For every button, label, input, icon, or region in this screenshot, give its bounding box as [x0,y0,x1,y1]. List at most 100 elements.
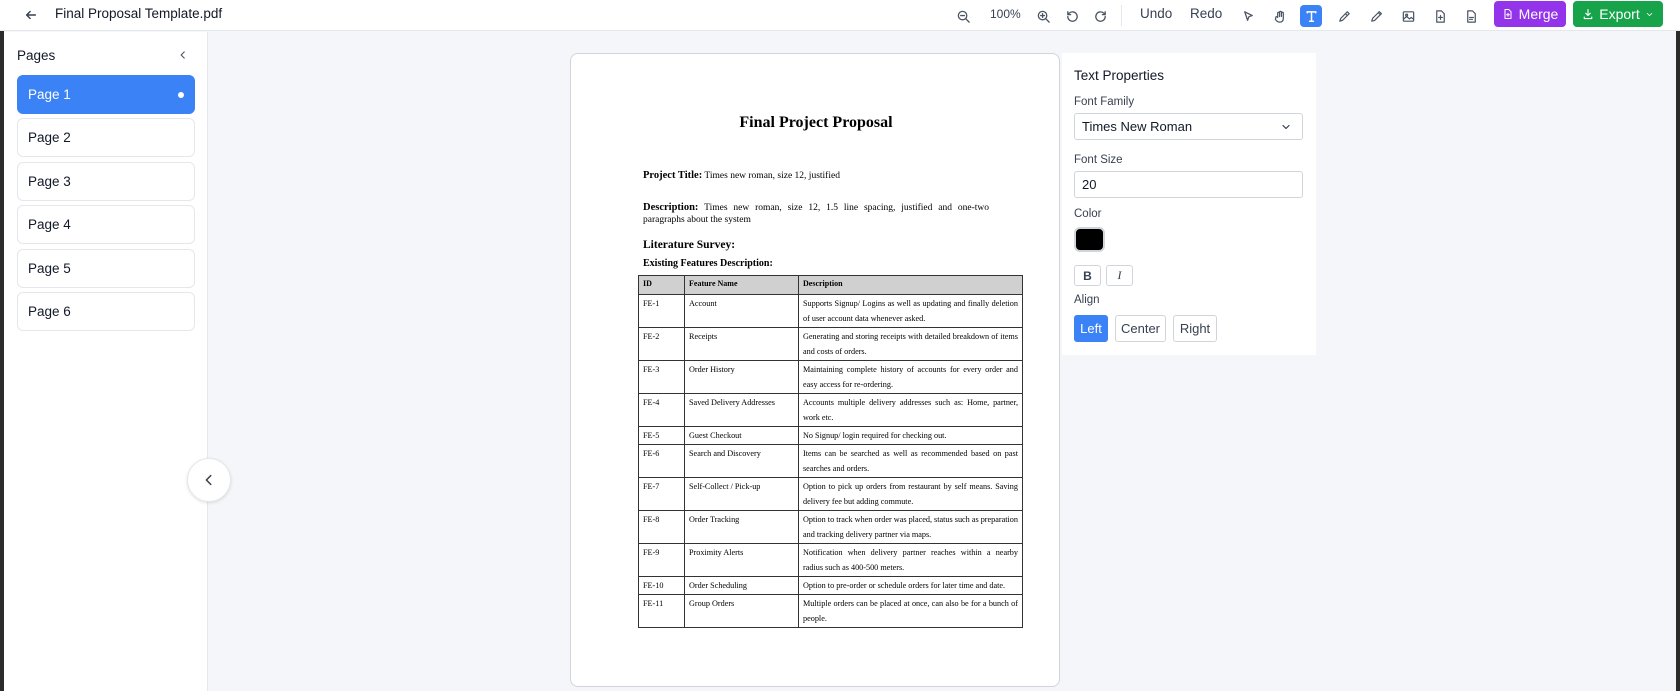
previous-page-button[interactable] [187,458,231,502]
add-page-icon[interactable] [1429,5,1451,27]
page-thumbnail-3[interactable]: Page 3 [17,162,195,201]
merge-button[interactable]: Merge [1494,1,1566,27]
chevron-down-icon [1282,124,1290,130]
file-title: Final Proposal Template.pdf [55,6,223,21]
table-row: FE-10 Order Scheduling Option to pre-order… [638,576,1023,595]
align-label: Align [1074,294,1100,306]
redo-button[interactable]: Redo [1190,6,1222,21]
cell-description: Supports Signup/ Logins as well as updat… [798,294,1023,328]
cell-feature-name: Guest Checkout [684,426,799,445]
text-tool-icon[interactable] [1300,5,1322,27]
pages-sidebar: Pages Page 1 Page 2 Page 3 Page 4 Page 5… [0,32,208,691]
merge-label: Merge [1518,6,1559,22]
italic-button[interactable]: I [1106,265,1133,286]
table-row: FE-7 Self-Collect / Pick-up Option to pick… [638,477,1023,511]
toolbar-divider [1121,5,1122,26]
sidebar-title: Pages [17,48,56,63]
table-row: FE-9 Proximity Alerts Notification when de… [638,543,1023,577]
zoom-in-icon[interactable] [1032,5,1054,27]
page-thumbnail-1[interactable]: Page 1 [17,75,195,114]
cell-id: FE-4 [638,393,685,427]
merge-file-icon [1504,8,1512,20]
undo-button[interactable]: Undo [1140,6,1172,21]
document-icon[interactable] [1460,5,1482,27]
cell-feature-name: Order Tracking [684,510,799,544]
text-properties-panel: Text Properties Font Family Times New Ro… [1062,53,1316,355]
rotate-right-icon[interactable] [1089,5,1111,27]
table-header-description: Description [798,275,1023,295]
zoom-level: 100% [990,7,1021,21]
literature-survey-heading[interactable]: Literature Survey: [643,239,735,251]
cell-id: FE-1 [638,294,685,328]
page-thumbnail-6[interactable]: Page 6 [17,292,195,331]
cell-description: Option to track when order was placed, s… [798,510,1023,544]
align-left-button[interactable]: Left [1074,315,1108,342]
table-row: FE-11 Group Orders Multiple orders can be … [638,594,1023,628]
export-button[interactable]: Export [1573,1,1663,27]
page-thumbnail-4[interactable]: Page 4 [17,205,195,244]
cell-id: FE-11 [638,594,685,628]
cell-id: FE-9 [638,543,685,577]
cell-id: FE-5 [638,426,685,445]
highlight-pen-icon[interactable] [1333,5,1355,27]
table-row: FE-8 Order Tracking Option to track when o… [638,510,1023,544]
table-row: FE-1 Account Supports Signup/ Logins as we… [638,294,1023,328]
cell-feature-name: Self-Collect / Pick-up [684,477,799,511]
cell-description: Items can be searched as well as recomme… [798,444,1023,478]
document-page[interactable]: Final Project Proposal Project Title: Ti… [570,53,1060,687]
cell-description: Option to pre-order or schedule orders f… [798,576,1023,595]
back-arrow-icon[interactable] [20,4,42,26]
chevron-left-icon [205,474,212,486]
align-center-button[interactable]: Center [1115,315,1166,342]
font-size-label: Font Size [1074,154,1123,166]
font-size-input[interactable] [1074,171,1303,198]
table-row: FE-3 Order History Maintaining complete hi… [638,360,1023,394]
download-icon [1583,8,1593,20]
window-edge-left [0,31,4,691]
font-family-label: Font Family [1074,96,1135,108]
cell-feature-name: Saved Delivery Addresses [684,393,799,427]
table-header-row: ID Feature Name Description [638,275,1023,295]
page-label: Page 5 [28,261,71,276]
color-picker-swatch[interactable] [1074,227,1105,252]
color-label: Color [1074,208,1102,220]
page-label: Page 3 [28,174,71,189]
cell-feature-name: Order Scheduling [684,576,799,595]
features-table[interactable]: ID Feature Name Description FE-1 Account S… [638,275,1023,628]
rotate-left-icon[interactable] [1061,5,1083,27]
project-title-label: Project Title: [643,170,703,181]
font-family-value: Times New Roman [1082,119,1193,134]
description-paragraph[interactable]: Description: Times new roman, size 12, 1… [643,202,989,226]
cell-id: FE-6 [638,444,685,478]
cell-description: No Signup/ login required for checking o… [798,426,1023,445]
cell-feature-name: Proximity Alerts [684,543,799,577]
doc-title[interactable]: Final Project Proposal [571,114,1061,132]
cell-id: FE-8 [638,510,685,544]
pencil-draw-icon[interactable] [1365,5,1387,27]
panel-title: Text Properties [1074,68,1165,83]
align-right-button[interactable]: Right [1173,315,1217,342]
image-insert-icon[interactable] [1397,5,1419,27]
existing-features-heading[interactable]: Existing Features Description: [643,258,773,269]
cell-description: Option to pick up orders from restaurant… [798,477,1023,511]
export-label: Export [1599,6,1640,22]
project-title-line[interactable]: Project Title: Times new roman, size 12,… [643,170,840,181]
page-label: Page 4 [28,217,71,232]
collapse-sidebar-icon[interactable] [175,47,191,63]
cell-id: FE-10 [638,576,685,595]
cell-description: Generating and storing receipts with det… [798,327,1023,361]
description-label: Description: [643,202,699,213]
page-label: Page 1 [28,87,71,102]
page-thumbnail-5[interactable]: Page 5 [17,249,195,288]
page-thumbnail-2[interactable]: Page 2 [17,118,195,157]
font-family-select[interactable]: Times New Roman [1074,113,1303,140]
page-label: Page 6 [28,304,71,319]
window-edge-right [1676,31,1680,691]
bold-button[interactable]: B [1074,265,1101,286]
pan-hand-icon[interactable] [1269,5,1291,27]
top-toolbar: Final Proposal Template.pdf 100% Undo Re… [0,0,1680,31]
select-cursor-icon[interactable] [1237,5,1259,27]
project-title-value: Times new roman, size 12, justified [704,171,840,181]
table-row: FE-4 Saved Delivery Addresses Accounts mul… [638,393,1023,427]
zoom-out-icon[interactable] [952,5,974,27]
